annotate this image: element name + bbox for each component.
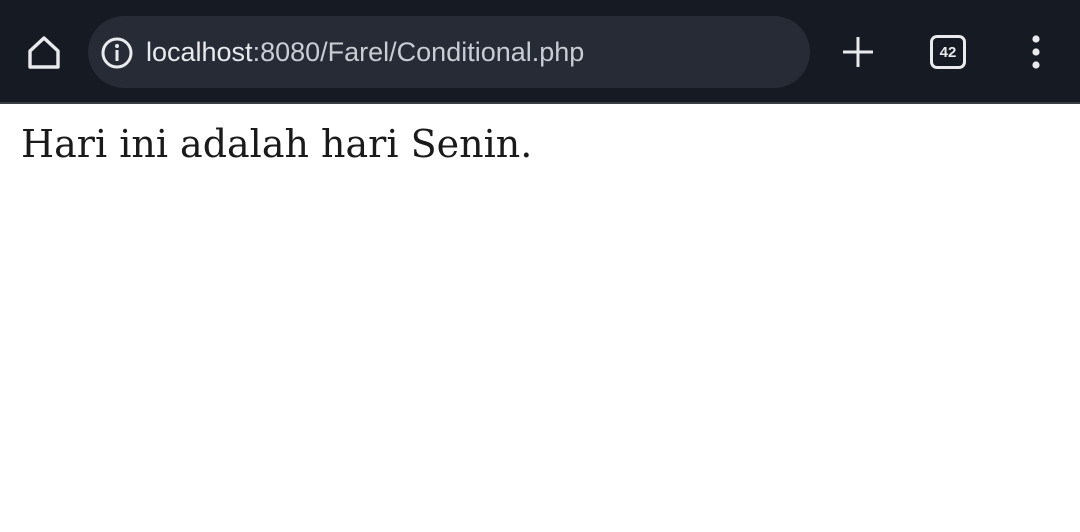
- page-text: Hari ini adalah hari Senin.: [21, 122, 533, 166]
- new-tab-button[interactable]: [832, 26, 884, 78]
- plus-icon: [843, 37, 873, 67]
- url-host: localhost: [146, 37, 253, 67]
- browser-toolbar: localhost:8080/Farel/Conditional.php 42: [0, 0, 1080, 104]
- tab-count: 42: [939, 43, 957, 61]
- info-icon[interactable]: [100, 36, 134, 70]
- url-path: :8080/Farel/Conditional.php: [252, 37, 585, 67]
- page-content: Hari ini adalah hari Senin.: [0, 104, 1080, 532]
- home-button[interactable]: [18, 26, 70, 78]
- kebab-menu-icon: [1032, 35, 1040, 69]
- menu-button[interactable]: [1010, 26, 1062, 78]
- address-bar[interactable]: localhost:8080/Farel/Conditional.php: [88, 16, 810, 88]
- home-icon: [28, 36, 60, 69]
- tab-switcher-button[interactable]: 42: [922, 26, 974, 78]
- url-text[interactable]: localhost:8080/Farel/Conditional.php: [146, 16, 584, 88]
- tab-switcher-icon: 42: [930, 35, 966, 69]
